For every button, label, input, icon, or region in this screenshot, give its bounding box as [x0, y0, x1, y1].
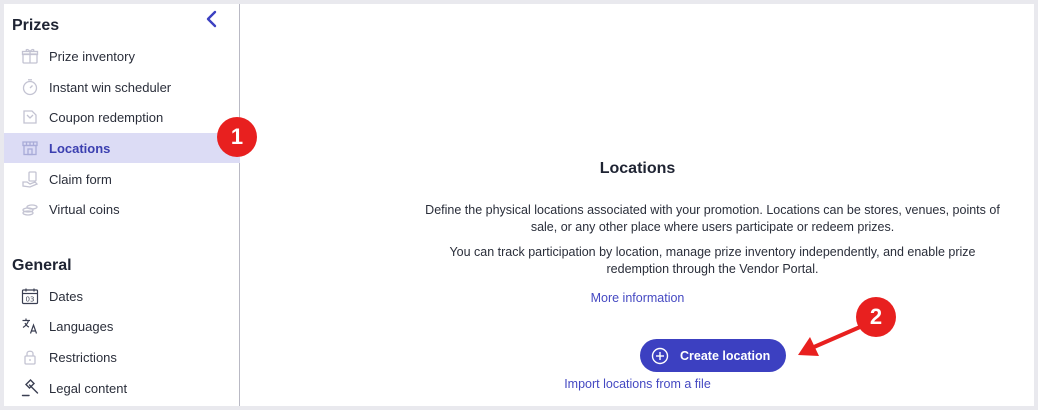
annotation-arrow	[798, 325, 862, 356]
app-frame: Prizes Prize inventory Instant win sched…	[4, 4, 1034, 406]
annotation-badge-2: 2	[856, 297, 896, 337]
